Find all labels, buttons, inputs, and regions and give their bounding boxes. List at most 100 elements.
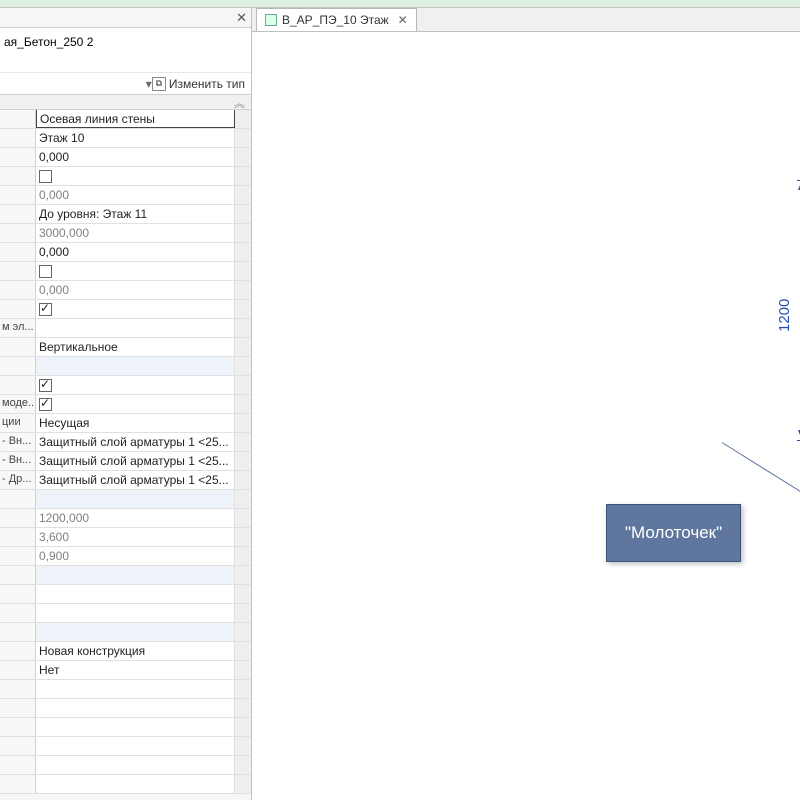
property-row[interactable]: Осевая линия стены	[0, 110, 251, 129]
property-row[interactable]: моде...	[0, 395, 251, 414]
property-value[interactable]	[36, 604, 235, 622]
property-row[interactable]: - Др...Защитный слой арматуры 1 <25...	[0, 471, 251, 490]
property-row[interactable]	[0, 357, 251, 376]
property-value[interactable]: Защитный слой арматуры 1 <25...	[36, 452, 235, 470]
canvas[interactable]: 1200 ⇄ "Молоточек"	[252, 32, 800, 800]
property-value[interactable]	[36, 300, 235, 318]
property-value[interactable]: Несущая	[36, 414, 235, 432]
property-row[interactable]: м эл...	[0, 319, 251, 338]
property-value[interactable]: 3000,000	[36, 224, 235, 242]
edit-type-button[interactable]: ⧉ Изменить тип	[152, 77, 249, 91]
property-row[interactable]	[0, 718, 251, 737]
property-label	[0, 661, 36, 679]
property-row[interactable]: 0,900	[0, 547, 251, 566]
scrollbar-gutter	[235, 471, 251, 489]
property-row[interactable]: Новая конструкция	[0, 642, 251, 661]
property-row[interactable]	[0, 262, 251, 281]
property-row[interactable]: До уровня: Этаж 11	[0, 205, 251, 224]
property-value[interactable]	[36, 262, 235, 280]
callout-box: "Молоточек"	[606, 504, 741, 562]
property-row[interactable]: 1200,000	[0, 509, 251, 528]
property-row[interactable]	[0, 604, 251, 623]
property-row[interactable]: Вертикальное	[0, 338, 251, 357]
property-value[interactable]: Новая конструкция	[36, 642, 235, 660]
property-row[interactable]: цииНесущая	[0, 414, 251, 433]
property-row[interactable]: 3,600	[0, 528, 251, 547]
property-label	[0, 547, 36, 565]
close-icon[interactable]: ✕	[236, 10, 247, 26]
property-value[interactable]	[36, 585, 235, 603]
property-value[interactable]	[36, 566, 235, 584]
type-name-label: ая_Бетон_250 2	[4, 35, 93, 49]
scrollbar-gutter	[235, 357, 251, 375]
property-value[interactable]: Осевая линия стены	[36, 110, 235, 128]
property-row[interactable]	[0, 490, 251, 509]
checkbox[interactable]	[39, 379, 52, 392]
property-value[interactable]	[36, 623, 235, 641]
close-icon[interactable]: ✕	[398, 13, 408, 27]
property-label	[0, 604, 36, 622]
property-value[interactable]: 1200,000	[36, 509, 235, 527]
property-row[interactable]: - Вн...Защитный слой арматуры 1 <25...	[0, 433, 251, 452]
main-container: ✕ ая_Бетон_250 2 ▾ ⧉ Изменить тип ︽ Осев…	[0, 8, 800, 800]
property-value[interactable]	[36, 756, 235, 774]
property-row[interactable]: Этаж 10	[0, 129, 251, 148]
edit-type-icon: ⧉	[152, 77, 166, 91]
property-row[interactable]	[0, 680, 251, 699]
property-row[interactable]	[0, 756, 251, 775]
property-value[interactable]: 0,000	[36, 148, 235, 166]
property-value[interactable]: Защитный слой арматуры 1 <25...	[36, 471, 235, 489]
property-row[interactable]: 0,000	[0, 281, 251, 300]
property-row[interactable]	[0, 623, 251, 642]
dimension-value[interactable]: 1200	[776, 299, 793, 332]
property-value[interactable]	[36, 319, 235, 337]
scrollbar-gutter	[235, 205, 251, 223]
property-value[interactable]	[36, 775, 235, 793]
property-row[interactable]	[0, 300, 251, 319]
checkbox[interactable]	[39, 398, 52, 411]
property-value[interactable]: Защитный слой арматуры 1 <25...	[36, 433, 235, 451]
checkbox[interactable]	[39, 303, 52, 316]
property-row[interactable]	[0, 699, 251, 718]
property-value[interactable]	[36, 699, 235, 717]
type-selector[interactable]: ая_Бетон_250 2	[0, 28, 251, 54]
collapse-toggle[interactable]: ︽	[0, 94, 251, 110]
property-value[interactable]	[36, 490, 235, 508]
property-row[interactable]	[0, 167, 251, 186]
scrollbar-gutter	[235, 775, 251, 793]
scrollbar-gutter	[235, 262, 251, 280]
checkbox[interactable]	[39, 265, 52, 278]
property-value[interactable]: 0,000	[36, 243, 235, 261]
property-value[interactable]	[36, 718, 235, 736]
property-row[interactable]	[0, 566, 251, 585]
property-row[interactable]	[0, 775, 251, 794]
property-value[interactable]: 0,900	[36, 547, 235, 565]
property-row[interactable]	[0, 585, 251, 604]
property-row[interactable]	[0, 376, 251, 395]
property-value[interactable]: До уровня: Этаж 11	[36, 205, 235, 223]
property-value[interactable]: 0,000	[36, 186, 235, 204]
property-value[interactable]	[36, 680, 235, 698]
scrollbar-gutter	[235, 433, 251, 451]
property-value[interactable]: Этаж 10	[36, 129, 235, 147]
property-value[interactable]	[36, 167, 235, 185]
property-row[interactable]: 3000,000	[0, 224, 251, 243]
property-row[interactable]	[0, 737, 251, 756]
property-value[interactable]	[36, 395, 235, 413]
property-value[interactable]: Вертикальное	[36, 338, 235, 356]
property-value[interactable]	[36, 357, 235, 375]
type-dropdown[interactable]: ▾ ⧉ Изменить тип	[0, 72, 251, 94]
property-row[interactable]: 0,000	[0, 186, 251, 205]
property-value[interactable]: Нет	[36, 661, 235, 679]
property-value[interactable]: 0,000	[36, 281, 235, 299]
property-row[interactable]: - Вн...Защитный слой арматуры 1 <25...	[0, 452, 251, 471]
scrollbar-gutter	[235, 243, 251, 261]
property-row[interactable]: 0,000	[0, 243, 251, 262]
property-value[interactable]	[36, 737, 235, 755]
checkbox[interactable]	[39, 170, 52, 183]
property-row[interactable]: 0,000	[0, 148, 251, 167]
property-value[interactable]: 3,600	[36, 528, 235, 546]
property-value[interactable]	[36, 376, 235, 394]
view-tab[interactable]: В_АР_ПЭ_10 Этаж ✕	[256, 8, 417, 31]
property-row[interactable]: Нет	[0, 661, 251, 680]
